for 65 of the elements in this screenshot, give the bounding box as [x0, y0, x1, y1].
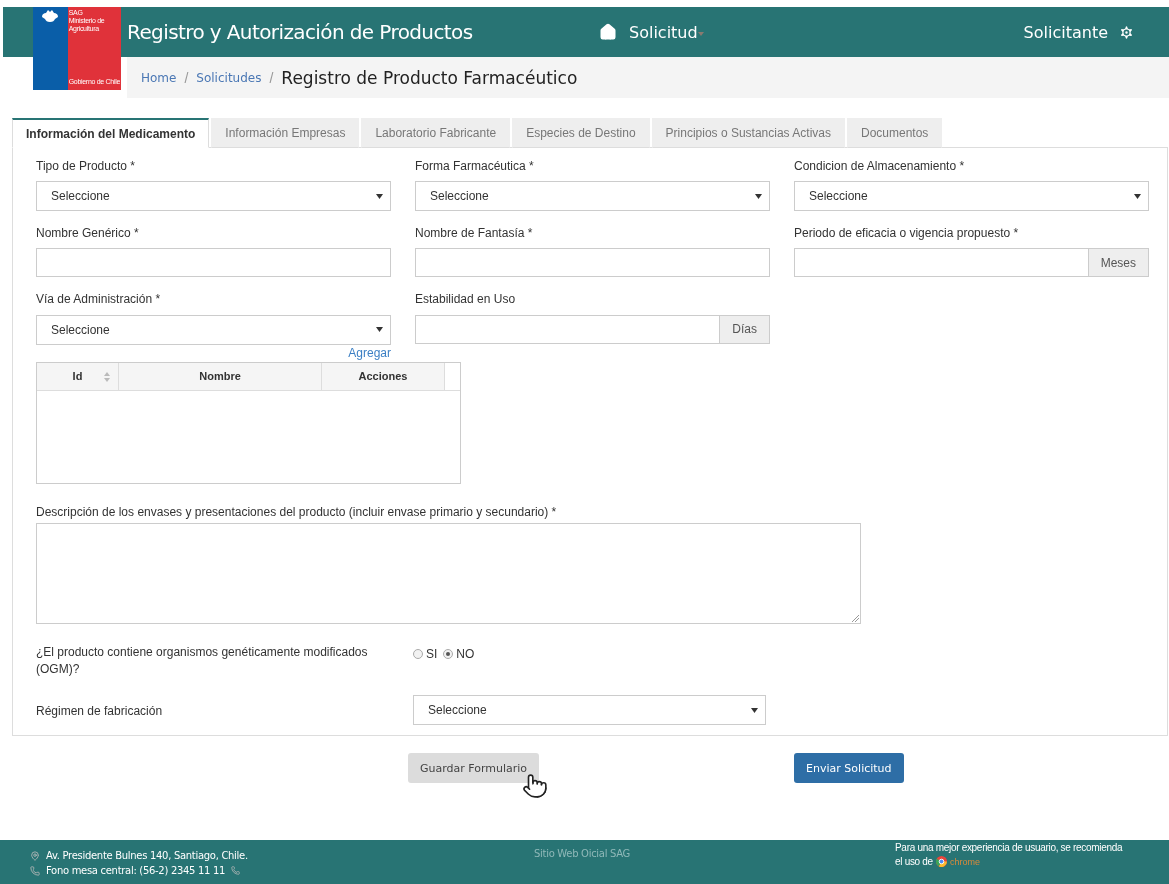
browser-logo-icon: [935, 856, 947, 867]
field-label: Nombre de Fantasía *: [415, 225, 534, 242]
field-label: Condicion de Almacenamiento *: [794, 158, 966, 175]
field-label: ¿El producto contiene organismos genéticamente modificados (OGM)?: [36, 643, 369, 678]
column-header[interactable]: Id: [37, 362, 119, 390]
field-label: Forma Farmacéutica *: [415, 158, 535, 175]
tab[interactable]: Información del Medicamento: [12, 118, 210, 148]
add-link[interactable]: Agregar: [348, 345, 391, 360]
breadcrumb-separator: /: [269, 69, 274, 86]
footer-phone: Fono mesa central: (56-2) 2345 11 11: [46, 865, 226, 876]
user-menu[interactable]: Solicitante: [1023, 22, 1108, 42]
nav-menu[interactable]: Solicitud: [629, 22, 698, 42]
field-label: Vía de Administración *: [36, 291, 162, 308]
field-label: Régimen de fabricación: [36, 703, 164, 721]
phone-icon: [231, 866, 241, 875]
home-icon[interactable]: [599, 23, 617, 41]
map-pin-icon: [30, 850, 40, 861]
tab[interactable]: Laboratorio Fabricante: [361, 118, 511, 148]
hand-cursor-icon: [522, 773, 548, 800]
radio-button[interactable]: [413, 648, 423, 659]
caret-icon: [751, 707, 758, 713]
field-label: Tipo de Producto *: [36, 158, 136, 175]
footer-recommendation: Para una mejor experiencia de usuario, se recomienda: [895, 842, 1124, 853]
select-field[interactable]: Seleccione: [415, 181, 770, 212]
browser-name: chrome: [949, 856, 980, 867]
caret-icon: [376, 193, 383, 199]
select-field[interactable]: Seleccione: [413, 695, 766, 726]
input-field[interactable]: [415, 248, 770, 278]
column-header[interactable]: Nombre: [119, 362, 322, 390]
tab[interactable]: Documentos: [847, 118, 943, 148]
field-label: Descripción de los envases y presentaciones del producto (incluir envase primario y secundario) *: [36, 503, 558, 520]
input-field[interactable]: [794, 248, 1088, 278]
page-title: Registro de Producto Farmacéutico: [281, 67, 578, 88]
tab[interactable]: Principios o Sustancias Activas: [651, 118, 845, 148]
submit-button[interactable]: Enviar Solicitud: [794, 753, 904, 784]
field-label: Nombre Genérico *: [36, 225, 140, 242]
resize-grip-icon: [852, 614, 859, 622]
footer-address: Av. Presidente Bulnes 140, Santiago, Chile.: [46, 850, 248, 861]
radio-label: SI: [426, 646, 438, 661]
caret-icon: [1134, 193, 1141, 199]
radio-button[interactable]: [443, 648, 454, 659]
breadcrumb-link[interactable]: Home: [141, 70, 177, 85]
field-label: Estabilidad en Uso: [415, 291, 517, 308]
tab[interactable]: Información Empresas: [211, 118, 360, 148]
select-field[interactable]: Seleccione: [36, 181, 391, 212]
breadcrumb-separator: /: [184, 69, 189, 86]
footer-site-name: Sitio Web Oicial SAG: [533, 847, 632, 861]
phone-icon: [30, 865, 40, 876]
app-title: Registro y Autorización de Productos: [127, 20, 474, 44]
breadcrumb-link[interactable]: Solicitudes: [196, 70, 262, 85]
settings-icon[interactable]: [1118, 23, 1135, 41]
select-field[interactable]: Seleccione: [794, 181, 1149, 212]
textarea-field[interactable]: [36, 522, 861, 624]
input-field[interactable]: [415, 314, 720, 344]
footer-recommendation: el uso de: [895, 856, 933, 867]
crest-icon: [40, 9, 61, 23]
addon-label: Días: [719, 314, 770, 344]
tab[interactable]: Especies de Destino: [512, 118, 650, 148]
radio-label: NO: [456, 646, 475, 661]
addon-label: Meses: [1087, 248, 1149, 278]
field-label: Periodo de eficacia o vigencia propuesto *: [794, 225, 1020, 242]
caret-icon: [755, 193, 762, 199]
select-field[interactable]: Seleccione: [36, 314, 391, 345]
input-field[interactable]: [36, 248, 391, 278]
caret-icon: [376, 327, 383, 333]
